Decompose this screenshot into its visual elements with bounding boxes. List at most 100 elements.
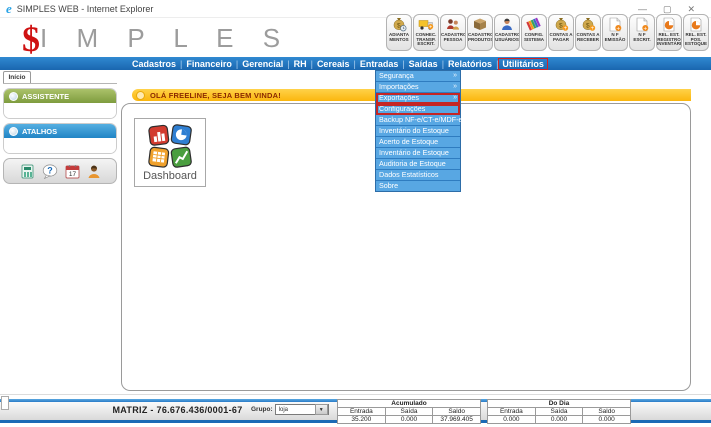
toolbar-button-nf-escrituracao[interactable]: + N F ESCRIT. [629, 14, 655, 51]
dropdown-item-label: Segurança [379, 71, 414, 81]
dropdown-item-label: Inventário de Estoque [379, 148, 449, 158]
assistente-panel-title: ASSISTENTE [22, 92, 69, 101]
company-identifier: MATRIZ - 76.676.436/0001-67 [85, 405, 270, 415]
dropdown-item-configuracoes[interactable]: Configurações [376, 104, 460, 115]
sidebar-tools-panel: ? 17 [3, 158, 117, 184]
table-header-cell: Entrada [488, 408, 536, 416]
menu-rh[interactable]: RH [290, 59, 311, 69]
tab-inicio[interactable]: Início [3, 71, 31, 83]
dropdown-item-importacoes[interactable]: Importações » [376, 82, 460, 93]
toolbar-button-rel-registro-inventario[interactable]: REL. EST. REGISTRO INVENTÁRIO [656, 14, 682, 51]
dropdown-item-exportacoes[interactable]: Exportações» [376, 93, 460, 104]
toolbar-button-cadastro-usuarios[interactable]: CADASTRO USUÁRIOS [494, 14, 520, 51]
document-plus-icon: + [607, 17, 623, 32]
menu-utilitarios[interactable]: Utilitários [498, 58, 548, 70]
menu-cadastros[interactable]: Cadastros [128, 59, 180, 69]
toolbar-button-rel-posicao-estoque[interactable]: REL. EST. POS. ESTOQUE [683, 14, 709, 51]
submenu-arrow-icon: » [453, 71, 457, 81]
calculator-button[interactable] [20, 164, 35, 179]
toolbar-button-nf-emissao[interactable]: + N F EMISSÃO [602, 14, 628, 51]
assistente-bullet-icon [9, 92, 18, 101]
toolbar-button-cadastro-produtos[interactable]: CADASTRO PRODUTOS [467, 14, 493, 51]
dropdown-item-inventario-de-estoque[interactable]: Inventário de Estoque [376, 148, 460, 159]
calendar-button[interactable]: 17 [65, 164, 80, 179]
main-menubar: Cadastros| Financeiro| Gerencial| RH| Ce… [0, 57, 711, 70]
svg-text:$: $ [559, 22, 563, 29]
assistente-panel: ASSISTENTE [3, 88, 117, 119]
palette-icon [526, 17, 542, 32]
people-icon [445, 17, 461, 32]
toolbar-button-label: CONHEC. TRANSP. ESCRIT. [414, 33, 438, 47]
grupo-field: Grupo: loja ▼ [251, 404, 329, 415]
menu-entradas[interactable]: Entradas [356, 59, 403, 69]
dashboard-shortcut[interactable]: Dashboard [134, 118, 206, 187]
do-dia-table: Do Dia Entrada Saída Saldo 0.000 0.000 0… [487, 399, 631, 424]
app-header: $I M P L E S $ ADIANTA MENTOS + CONHEC. … [0, 18, 711, 57]
svg-text:17: 17 [68, 171, 76, 178]
menu-gerencial[interactable]: Gerencial [238, 59, 287, 69]
table-header-cell: Saída [385, 408, 433, 416]
dropdown-item-label: Dados Estatísticos [379, 170, 439, 180]
toolbar-button-label: REL. EST. REGISTRO INVENTÁRIO [657, 33, 681, 47]
toolbar-button-adiantamentos[interactable]: $ ADIANTA MENTOS [386, 14, 412, 51]
toolbar-button-label: N F EMISSÃO [603, 33, 627, 42]
menu-financeiro[interactable]: Financeiro [182, 59, 236, 69]
toolbar-button-label: ADIANTA MENTOS [387, 33, 411, 42]
toolbar-button-contas-a-pagar[interactable]: $+ CONTAS A PAGAR [548, 14, 574, 51]
toolbar-button-config-sistema[interactable]: CONFIG. SISTEMA [521, 14, 547, 51]
toolbar-button-label: N F ESCRIT. [630, 33, 654, 42]
atalhos-panel-header[interactable]: ATALHOS [4, 124, 116, 138]
table-cell: 0.000 [583, 416, 631, 424]
dropdown-item-acerto-de-estoque[interactable]: Acerto de Estoque [376, 137, 460, 148]
dropdown-item-label: Inventário do Estoque [379, 126, 449, 136]
dropdown-item-backup-nfe[interactable]: Backup NF-e/CT-e/MDF-e [376, 115, 460, 126]
profile-button[interactable] [87, 164, 101, 179]
assistente-panel-body [4, 103, 116, 118]
assistente-panel-header[interactable]: ASSISTENTE [4, 89, 116, 103]
person-icon [87, 164, 101, 179]
dropdown-item-auditoria-de-estoque[interactable]: Auditoria de Estoque [376, 159, 460, 170]
grupo-label: Grupo: [251, 406, 273, 413]
svg-text:+: + [643, 25, 647, 32]
toolbar-button-contas-a-receber[interactable]: $+ CONTAS A RECEBER [575, 14, 601, 51]
toolbar-button-label: CADASTRO PRODUTOS [468, 33, 492, 42]
grupo-select[interactable]: loja ▼ [275, 404, 329, 415]
welcome-message: OLÁ FREELINE, SEJA BEM VINDA! [150, 91, 281, 100]
dropdown-item-label: Auditoria de Estoque [379, 159, 446, 169]
dashboard-icon [148, 124, 192, 168]
toolbar-button-label: CADASTRO PESSOA [441, 33, 465, 42]
internet-explorer-icon: e [6, 2, 12, 15]
atalhos-panel-title: ATALHOS [22, 127, 57, 136]
table-header-cell: Entrada [338, 408, 386, 416]
submenu-arrow-icon: » [453, 82, 457, 92]
toolbar-button-label: CONTAS A PAGAR [549, 33, 573, 42]
toolbar-button-label: CONTAS A RECEBER [576, 33, 600, 42]
dropdown-item-label: Sobre [379, 181, 398, 191]
toolbar-button-conhec-transporte[interactable]: + CONHEC. TRANSP. ESCRIT. [413, 14, 439, 51]
svg-text:?: ? [47, 165, 53, 175]
menu-relatorios[interactable]: Relatórios [444, 59, 496, 69]
dropdown-item-seguranca[interactable]: Segurança » [376, 71, 460, 82]
table-header-cell: Saldo [433, 408, 481, 416]
dropdown-item-label: Importações [379, 82, 419, 92]
table-cell: 35.200 [338, 416, 386, 424]
toolbar-button-cadastro-pessoa[interactable]: CADASTRO PESSOA [440, 14, 466, 51]
svg-text:+: + [564, 26, 568, 32]
atalhos-panel-body [4, 138, 116, 153]
atalhos-bullet-icon [9, 127, 18, 136]
do-dia-table-title: Do Dia [488, 400, 631, 408]
dropdown-item-inventario-do-estoque[interactable]: Inventário do Estoque [376, 126, 460, 137]
menu-cereais[interactable]: Cereais [313, 59, 354, 69]
moneybag-clock-icon: $ [391, 17, 407, 32]
table-cell: 0.000 [385, 416, 433, 424]
menu-saidas[interactable]: Saídas [405, 59, 442, 69]
svg-text:+: + [616, 25, 620, 32]
dropdown-item-dados-estatisticos[interactable]: Dados Estatísticos [376, 170, 460, 181]
submenu-arrow-icon: » [453, 93, 457, 103]
dropdown-item-sobre[interactable]: Sobre [376, 181, 460, 191]
help-button[interactable]: ? [42, 164, 58, 179]
window-title: SIMPLES WEB - Internet Explorer [17, 4, 154, 14]
svg-text:+: + [429, 25, 432, 31]
dropdown-item-label: Configurações [379, 104, 425, 114]
footer-corner-box [1, 396, 9, 410]
